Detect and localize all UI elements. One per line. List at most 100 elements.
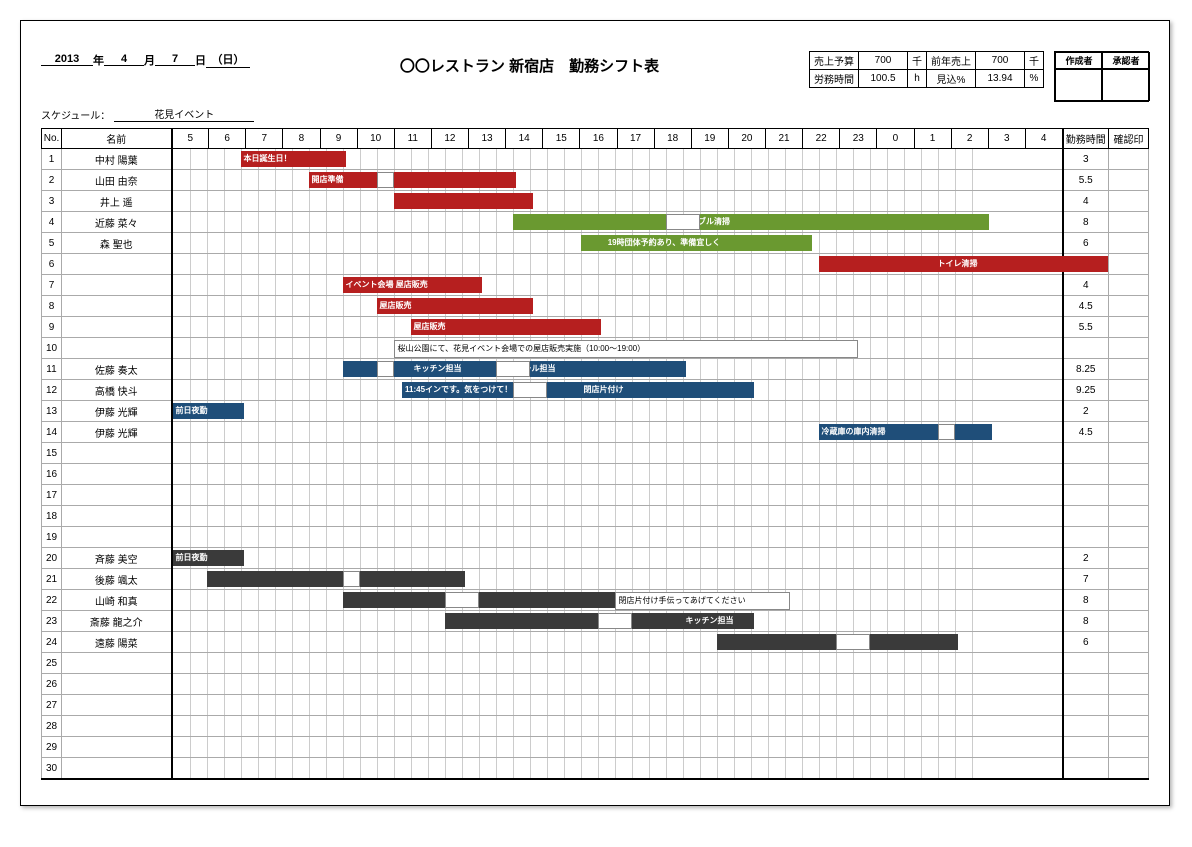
row-no: 22 (42, 590, 62, 611)
shift-bar[interactable]: キッチン担当 (683, 613, 754, 629)
col-name: 名前 (62, 129, 172, 149)
shift-row: 14伊藤 光輝冷蔵庫の庫内清掃4.5 (42, 422, 1149, 443)
shift-schedule-sheet: 年 月 日 （日） 〇〇レストラン 新宿店 勤務シフト表 売上予算 700 千 … (20, 20, 1170, 806)
day-input[interactable] (155, 53, 195, 66)
row-timeline[interactable] (172, 527, 1063, 548)
row-timeline[interactable] (172, 695, 1063, 716)
row-timeline[interactable] (172, 716, 1063, 737)
row-timeline[interactable]: イベント会場 屋店販売 (172, 275, 1063, 296)
shift-row: 19 (42, 527, 1149, 548)
shift-bar[interactable] (343, 592, 652, 608)
row-timeline[interactable] (172, 443, 1063, 464)
year-input[interactable] (41, 53, 93, 66)
shift-bar[interactable]: 本日誕生日！ (241, 151, 346, 167)
row-timeline[interactable]: 屋店販売 (172, 317, 1063, 338)
row-timeline[interactable]: キッチン担当ホール担当 (172, 359, 1063, 380)
row-timeline[interactable]: 桜山公園にて、花見イベント会場での屋店販売実施（10:00～19:00） (172, 338, 1063, 359)
shift-row: 16 (42, 464, 1149, 485)
row-timeline[interactable] (172, 569, 1063, 590)
hour-header: 7 (246, 129, 283, 149)
row-timeline[interactable]: 11:45インです。気をつけて！閉店片付け (172, 380, 1063, 401)
row-timeline[interactable] (172, 737, 1063, 758)
row-no: 24 (42, 632, 62, 653)
shift-bar[interactable]: 開店準備 (309, 172, 516, 188)
row-name: 近藤 菜々 (62, 212, 172, 233)
row-timeline[interactable]: キッチン担当 (172, 611, 1063, 632)
labor-label: 労務時間 (810, 70, 859, 88)
shift-bar[interactable]: 前日夜勤 (173, 403, 244, 419)
break-slot (377, 361, 394, 377)
shift-grid: No. 名前 567891011121314151617181920212223… (41, 128, 1149, 780)
row-timeline[interactable]: テーブル清掃 (172, 212, 1063, 233)
month-input[interactable] (104, 53, 144, 66)
row-timeline[interactable] (172, 464, 1063, 485)
row-timeline[interactable]: 冷蔵庫の庫内清掃 (172, 422, 1063, 443)
row-timeline[interactable]: 開店準備 (172, 170, 1063, 191)
row-name: 後藤 颯太 (62, 569, 172, 590)
row-timeline[interactable] (172, 653, 1063, 674)
row-no: 21 (42, 569, 62, 590)
row-work-hours: 8 (1063, 590, 1109, 611)
row-timeline[interactable]: 19時団体予約あり、準備宜しく (172, 233, 1063, 254)
row-work-hours: 8 (1063, 611, 1109, 632)
shift-bar[interactable]: トイレ清掃 (819, 256, 1108, 272)
row-work-hours: 2 (1063, 548, 1109, 569)
shift-bar[interactable] (394, 193, 533, 209)
weekday: （日） (206, 51, 250, 68)
row-timeline[interactable]: 閉店片付け手伝ってあげてください (172, 590, 1063, 611)
shift-bar[interactable]: 閉店片付け手伝ってあげてください (615, 592, 790, 610)
row-name: 井上 遥 (62, 191, 172, 212)
shift-row: 18 (42, 506, 1149, 527)
day-suffix: 日 (195, 52, 206, 68)
shift-bar[interactable]: イベント会場 屋店販売 (343, 277, 482, 293)
row-no: 23 (42, 611, 62, 632)
row-timeline[interactable] (172, 632, 1063, 653)
shift-bar[interactable]: 桜山公園にて、花見イベント会場での屋店販売実施（10:00～19:00） (394, 340, 858, 358)
row-timeline[interactable]: 屋店販売 (172, 296, 1063, 317)
row-timeline[interactable]: 前日夜勤 (172, 548, 1063, 569)
labor-value: 100.5 (859, 70, 908, 88)
row-name (62, 506, 172, 527)
row-confirm-stamp (1109, 422, 1149, 443)
row-timeline[interactable]: トイレ清掃 (172, 254, 1063, 275)
row-work-hours: 4 (1063, 191, 1109, 212)
hour-header: 9 (320, 129, 357, 149)
shift-row: 21後藤 颯太7 (42, 569, 1149, 590)
shift-bar[interactable]: 19時団体予約あり、準備宜しく (581, 235, 812, 251)
row-work-hours: 9.25 (1063, 380, 1109, 401)
row-confirm-stamp (1109, 737, 1149, 758)
shift-row: 30 (42, 758, 1149, 780)
row-work-hours (1063, 506, 1109, 527)
row-timeline[interactable] (172, 485, 1063, 506)
shift-bar[interactable]: ホール担当 (513, 361, 686, 377)
row-no: 30 (42, 758, 62, 780)
hour-header: 16 (580, 129, 617, 149)
row-timeline[interactable]: 前日夜勤 (172, 401, 1063, 422)
shift-bar[interactable]: 冷蔵庫の庫内清掃 (819, 424, 992, 440)
row-no: 3 (42, 191, 62, 212)
row-work-hours (1063, 674, 1109, 695)
shift-bar[interactable] (207, 571, 465, 587)
row-confirm-stamp (1109, 590, 1149, 611)
row-name: 森 聖也 (62, 233, 172, 254)
hour-header: 23 (840, 129, 877, 149)
row-confirm-stamp (1109, 401, 1149, 422)
row-timeline[interactable] (172, 674, 1063, 695)
row-no: 7 (42, 275, 62, 296)
shift-bar[interactable]: 屋店販売 (411, 319, 601, 335)
date-area: 年 月 日 （日） (41, 51, 250, 68)
labor-unit: h (908, 70, 927, 88)
shift-bar[interactable]: テーブル清掃 (513, 214, 989, 230)
row-timeline[interactable] (172, 191, 1063, 212)
shift-bar[interactable]: 前日夜勤 (173, 550, 244, 566)
row-timeline[interactable]: 本日誕生日！ (172, 149, 1063, 170)
shift-row: 2山田 由奈開店準備5.5 (42, 170, 1149, 191)
row-timeline[interactable] (172, 506, 1063, 527)
row-confirm-stamp (1109, 611, 1149, 632)
sales-budget-label: 売上予算 (810, 52, 859, 70)
row-timeline[interactable] (172, 758, 1063, 780)
shift-bar[interactable]: 閉店片付け (581, 382, 754, 398)
row-name (62, 695, 172, 716)
shift-bar[interactable]: 屋店販売 (377, 298, 533, 314)
row-work-hours (1063, 653, 1109, 674)
